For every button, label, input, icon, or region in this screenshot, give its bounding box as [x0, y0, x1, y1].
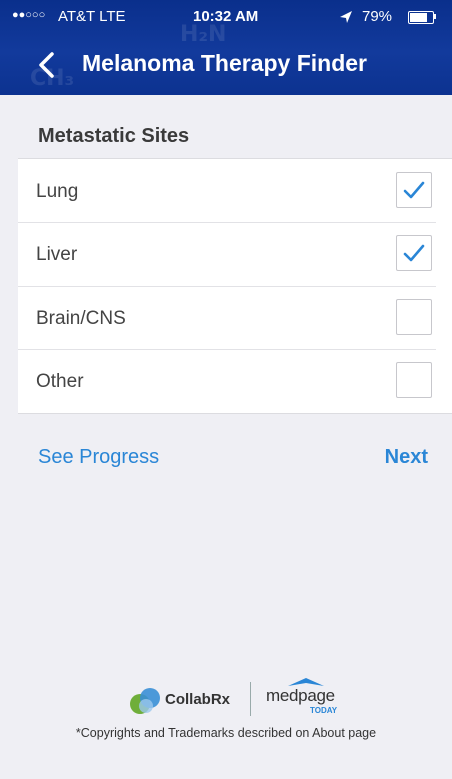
option-label: Brain/CNS: [36, 308, 126, 329]
signal-strength-icon: ●●○○○: [12, 9, 46, 21]
checkbox-brain-cns[interactable]: [396, 299, 432, 335]
carrier-label: AT&T LTE: [58, 8, 126, 25]
battery-icon: [408, 11, 434, 24]
app-header: H₂N CH₃ ●●○○○ AT&T LTE 10:32 AM 79% Mela…: [0, 0, 452, 95]
back-button[interactable]: [34, 48, 60, 82]
battery-percent: 79%: [362, 8, 393, 25]
list-item[interactable]: Lung: [18, 159, 452, 222]
checkbox-other[interactable]: [396, 362, 432, 398]
see-progress-link[interactable]: See Progress: [38, 446, 159, 469]
list-item[interactable]: Brain/CNS: [18, 286, 452, 349]
sponsor-logos: CollabRx medpage TODAY: [0, 678, 452, 722]
medpage-logo-text: medpage: [266, 686, 335, 705]
next-button[interactable]: Next: [385, 446, 428, 469]
location-alarm-bluetooth-icons: [338, 8, 360, 27]
navigation-bar: Melanoma Therapy Finder: [0, 40, 452, 90]
chevron-left-icon: [39, 52, 54, 78]
checkmark-icon: [403, 181, 425, 199]
medpage-today-text: TODAY: [310, 706, 338, 715]
battery-tip: [434, 14, 436, 19]
checkbox-lung[interactable]: [396, 172, 432, 208]
metastatic-sites-list: Lung Liver Brain/CNS Other: [18, 158, 452, 414]
location-icon: [340, 11, 352, 23]
checkbox-liver[interactable]: [396, 235, 432, 271]
medpage-today-logo: medpage TODAY: [266, 678, 346, 718]
option-label: Liver: [36, 244, 78, 265]
copyright-notice: *Copyrights and Trademarks described on …: [75, 726, 377, 740]
status-bar: ●●○○○ AT&T LTE 10:32 AM 79%: [0, 0, 452, 34]
option-label: Other: [36, 371, 84, 392]
option-label: Lung: [36, 181, 79, 202]
list-item[interactable]: Liver: [18, 222, 452, 285]
battery-fill: [410, 13, 427, 22]
section-header: Metastatic Sites: [0, 95, 452, 158]
collabrx-logo-icon: [130, 688, 160, 714]
section-title: Metastatic Sites: [38, 125, 190, 147]
checkmark-icon: [403, 244, 425, 262]
clock: 10:32 AM: [193, 8, 259, 25]
page-title: Melanoma Therapy Finder: [82, 50, 368, 76]
collabrx-logo-text: CollabRx: [165, 691, 231, 708]
logo-divider: [250, 682, 251, 716]
list-item[interactable]: Other: [18, 349, 452, 412]
